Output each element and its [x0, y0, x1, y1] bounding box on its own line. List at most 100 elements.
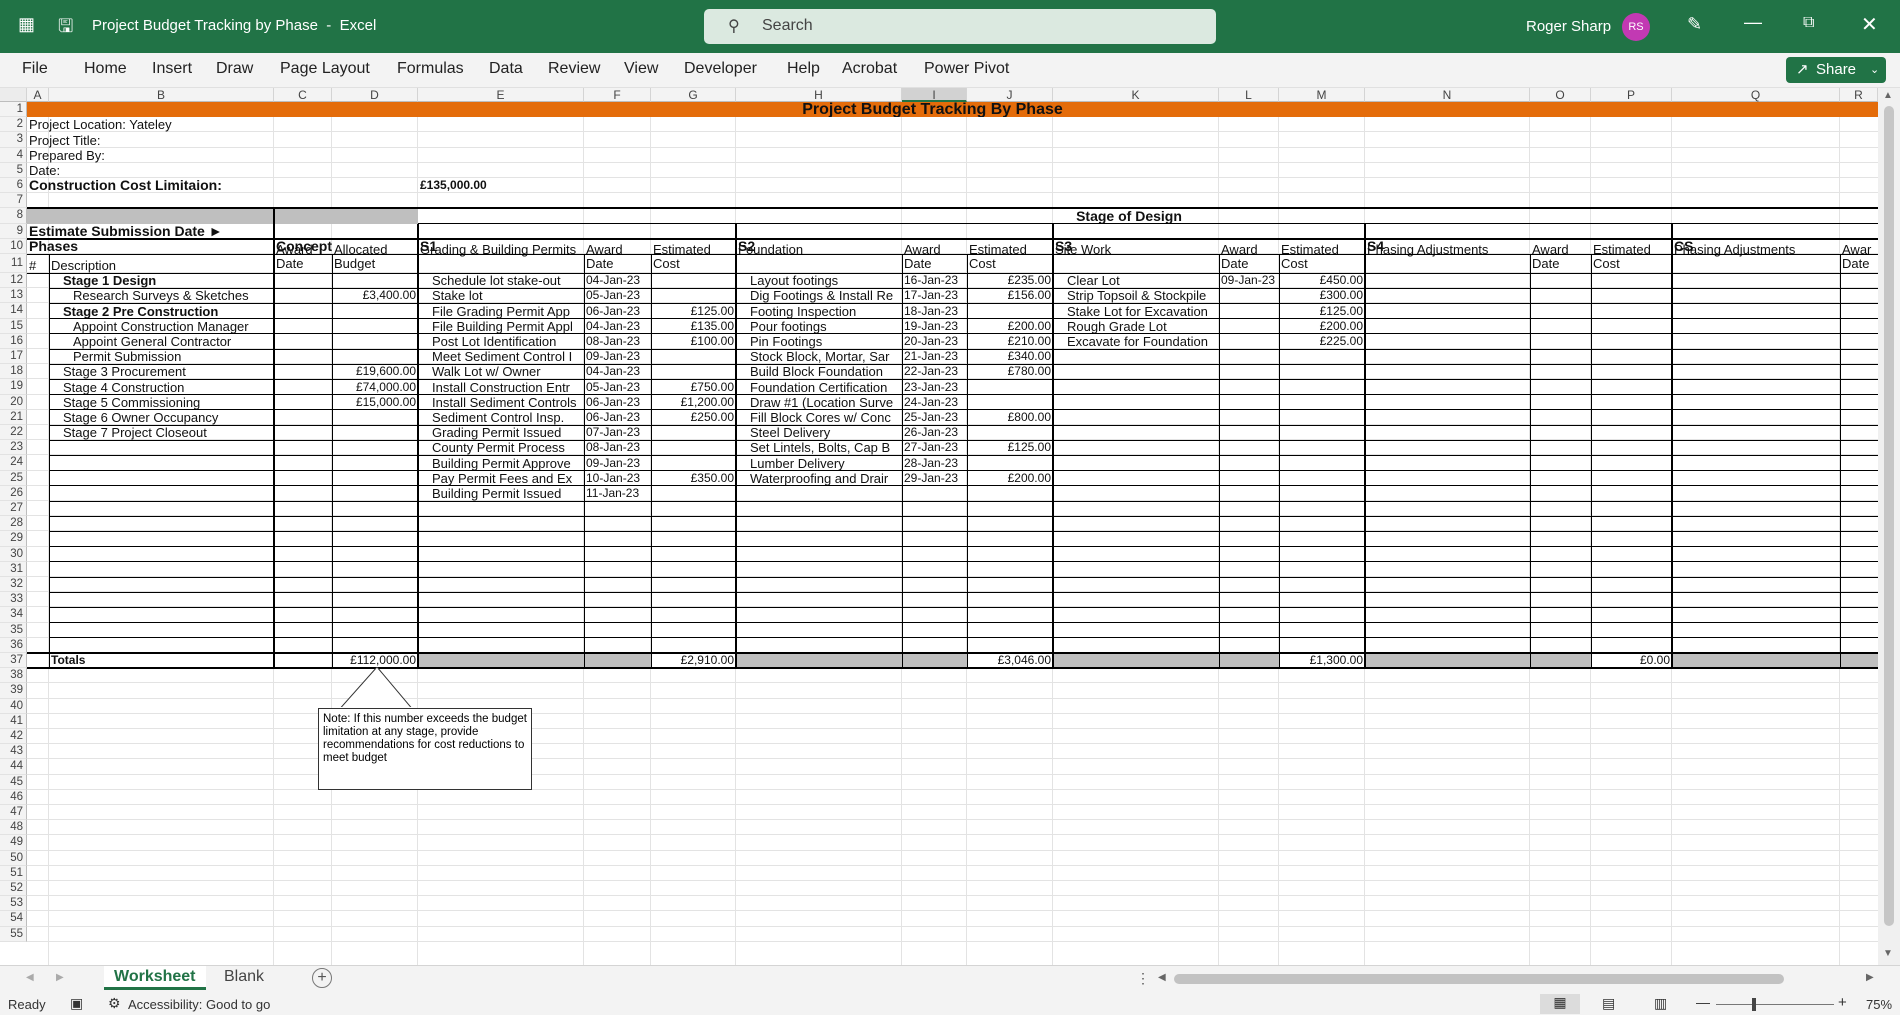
s2-estimated-cost[interactable]: £210.00 [969, 334, 1051, 349]
s3-estimated-cost[interactable]: £200.00 [1281, 319, 1363, 334]
s1-award-date[interactable]: 11-Jan-23 [586, 486, 649, 501]
row-header-31[interactable]: 31 [0, 561, 27, 577]
allocated-budget-value[interactable]: £3,400.00 [334, 288, 416, 303]
worksheet-grid[interactable]: A B C D E F G H I J K L M N O P Q R 1 2 3 4 5 6 7 8 9 10 11 12 13 14 15 1… [0, 88, 1878, 965]
s2-item-name[interactable]: Set Lintels, Bolts, Cap B [738, 440, 900, 455]
s3-estimated-cost[interactable]: £225.00 [1281, 334, 1363, 349]
stage-description[interactable]: Stage 7 Project Closeout [51, 425, 272, 440]
col-header-Q[interactable]: Q [1672, 88, 1840, 102]
row-header-24[interactable]: 24 [0, 455, 27, 471]
s2-award-date-line2[interactable]: Date [904, 256, 965, 271]
cs-award-date-line2[interactable]: Date [1842, 256, 1876, 271]
s2-award-date[interactable]: 23-Jan-23 [904, 380, 965, 395]
row-header-1[interactable]: 1 [0, 102, 27, 118]
tab-formulas[interactable]: Formulas [397, 60, 464, 78]
cs-award-date-line1[interactable]: Awar [1842, 242, 1876, 257]
row-header-17[interactable]: 17 [0, 349, 27, 365]
vertical-scroll-thumb[interactable] [1884, 106, 1894, 926]
s4-estimated-cost-line1[interactable]: Estimated [1593, 242, 1670, 257]
row-header-36[interactable]: 36 [0, 637, 27, 653]
stage-description[interactable]: Stage 5 Commissioning [51, 395, 272, 410]
s2-award-date[interactable]: 26-Jan-23 [904, 425, 965, 440]
row-header-19[interactable]: 19 [0, 379, 27, 395]
row-header-8[interactable]: 8 [0, 208, 27, 224]
tab-acrobat[interactable]: Acrobat [842, 60, 897, 78]
horizontal-scroll-thumb[interactable] [1174, 974, 1784, 984]
row-header-43[interactable]: 43 [0, 744, 27, 760]
totals-label[interactable]: Totals [51, 653, 272, 668]
s1-award-date[interactable]: 06-Jan-23 [586, 410, 649, 425]
tab-draw[interactable]: Draw [216, 60, 253, 78]
s3-estimated-cost[interactable]: £450.00 [1281, 273, 1363, 288]
s2-estimated-cost[interactable]: £235.00 [969, 273, 1051, 288]
s3-item-name[interactable]: Rough Grade Lot [1055, 319, 1217, 334]
s1-item-name[interactable]: Meet Sediment Control I [420, 349, 582, 364]
row-header-37[interactable]: 37 [0, 653, 27, 669]
cost-limit-label[interactable]: Construction Cost Limitaion: [29, 178, 416, 193]
scroll-right-icon[interactable]: ▶ [1866, 972, 1874, 983]
row-header-40[interactable]: 40 [0, 698, 27, 714]
concept-award-date-line1[interactable]: Award [276, 242, 330, 257]
phases-heading[interactable]: Phases [29, 239, 272, 254]
col-header-F[interactable]: F [584, 88, 651, 102]
s2-award-date[interactable]: 18-Jan-23 [904, 304, 965, 319]
s1-category-header[interactable]: Grading & Building Permits [420, 242, 582, 257]
s2-estimated-cost[interactable]: £340.00 [969, 349, 1051, 364]
s1-estimated-cost[interactable]: £125.00 [653, 304, 734, 319]
s1-award-date[interactable]: 06-Jan-23 [586, 395, 649, 410]
scroll-down-icon[interactable]: ▼ [1883, 948, 1893, 959]
allocated-budget-line2[interactable]: Budget [334, 256, 416, 271]
row-header-9[interactable]: 9 [0, 223, 27, 239]
date-label[interactable]: Date: [29, 163, 330, 178]
s1-award-date[interactable]: 04-Jan-23 [586, 273, 649, 288]
s1-item-name[interactable]: Install Construction Entr [420, 380, 582, 395]
scroll-left-icon[interactable]: ◀ [1158, 972, 1166, 983]
row-header-2[interactable]: 2 [0, 117, 27, 133]
total-s3[interactable]: £1,300.00 [1281, 653, 1363, 668]
row-header-32[interactable]: 32 [0, 577, 27, 593]
s1-award-date[interactable]: 04-Jan-23 [586, 364, 649, 379]
row-header-26[interactable]: 26 [0, 485, 27, 501]
sheet-tab-blank[interactable]: Blank [214, 966, 274, 990]
s2-award-date-line1[interactable]: Award [904, 242, 965, 257]
row-header-6[interactable]: 6 [0, 178, 27, 194]
avatar[interactable]: RS [1622, 13, 1650, 41]
s2-item-name[interactable]: Fill Block Cores w/ Conc [738, 410, 900, 425]
col-header-R[interactable]: R [1840, 88, 1878, 102]
zoom-slider[interactable] [1716, 1004, 1834, 1005]
s2-award-date[interactable]: 28-Jan-23 [904, 456, 965, 471]
zoom-slider-thumb[interactable] [1752, 998, 1756, 1011]
s1-award-date[interactable]: 06-Jan-23 [586, 304, 649, 319]
s2-estimated-cost[interactable]: £125.00 [969, 440, 1051, 455]
s1-estimated-cost[interactable]: £750.00 [653, 380, 734, 395]
stage-of-design-heading[interactable]: Stage of Design [420, 209, 1838, 224]
stage-description[interactable]: Stage 3 Procurement [51, 364, 272, 379]
s2-item-name[interactable]: Footing Inspection [738, 304, 900, 319]
allocated-budget-value[interactable]: £74,000.00 [334, 380, 416, 395]
total-s2[interactable]: £3,046.00 [969, 653, 1051, 668]
accessibility-icon[interactable]: ⚙ [108, 995, 121, 1012]
s4-award-date-line2[interactable]: Date [1532, 256, 1589, 271]
s1-item-name[interactable]: Post Lot Identification [420, 334, 582, 349]
row-header-47[interactable]: 47 [0, 805, 27, 821]
s1-award-date[interactable]: 09-Jan-23 [586, 349, 649, 364]
s1-item-name[interactable]: Stake lot [420, 288, 582, 303]
note-callout[interactable]: Note: If this number exceeds the budget … [318, 707, 532, 790]
row-header-10[interactable]: 10 [0, 238, 27, 254]
s2-item-name[interactable]: Waterproofing and Drair [738, 471, 900, 486]
tab-data[interactable]: Data [489, 60, 523, 78]
s2-award-date[interactable]: 22-Jan-23 [904, 364, 965, 379]
row-header-5[interactable]: 5 [0, 162, 27, 178]
tab-developer[interactable]: Developer [684, 60, 757, 78]
s2-estimated-cost[interactable]: £780.00 [969, 364, 1051, 379]
col-header-H[interactable]: H [736, 88, 902, 102]
s2-item-name[interactable]: Foundation Certification [738, 380, 900, 395]
pen-icon[interactable]: ✎ [1687, 14, 1702, 35]
total-budget[interactable]: £112,000.00 [334, 653, 416, 668]
sheet-tab-worksheet[interactable]: Worksheet [104, 966, 206, 990]
tab-insert[interactable]: Insert [152, 60, 192, 78]
next-sheet-icon[interactable]: ▶ [56, 972, 64, 983]
tab-review[interactable]: Review [548, 60, 600, 78]
col-header-L[interactable]: L [1219, 88, 1279, 102]
col-header-B[interactable]: B [49, 88, 274, 102]
